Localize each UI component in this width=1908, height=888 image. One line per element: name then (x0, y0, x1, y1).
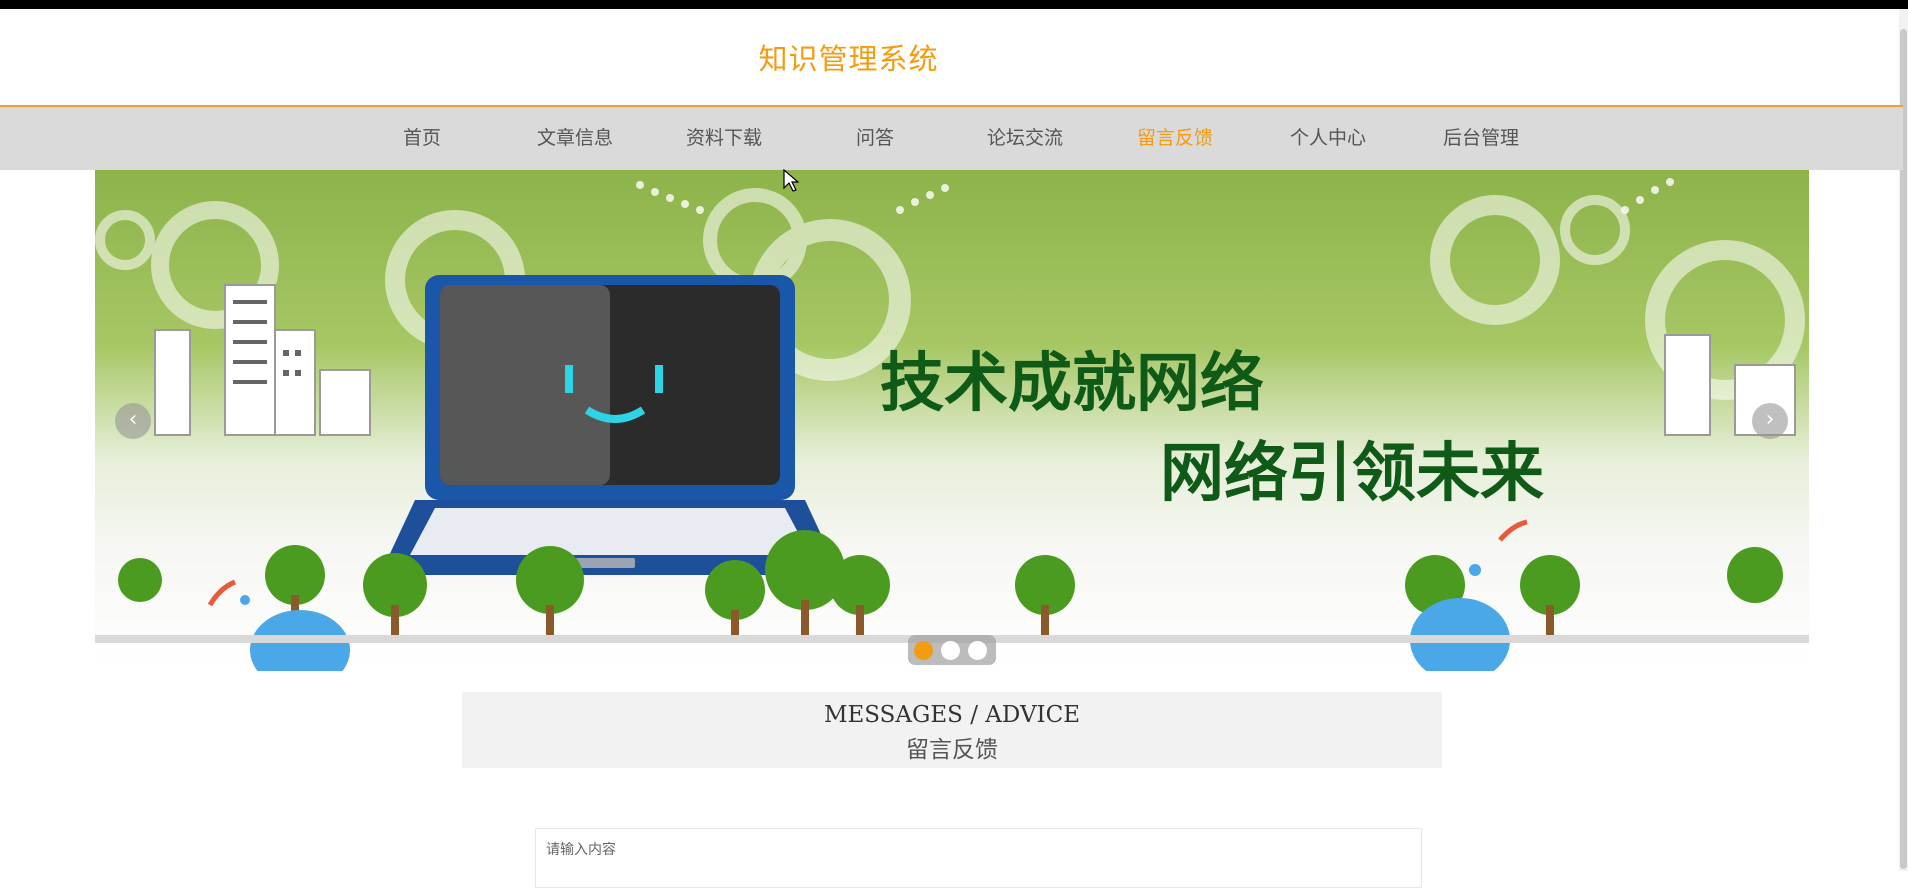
message-input[interactable] (535, 828, 1422, 888)
carousel-dot-1[interactable] (914, 641, 933, 660)
section-title-en: MESSAGES / ADVICE (823, 702, 1081, 728)
browser-top-bar (0, 0, 1908, 9)
banner-carousel[interactable]: 技术成就网络 网络引领未来 ‹ › (95, 170, 1809, 671)
carousel-dot-3[interactable] (968, 641, 987, 660)
nav-item-articles[interactable]: 文章信息 (525, 107, 625, 170)
section-title-cn: 留言反馈 (906, 737, 998, 763)
nav-item-personal-center[interactable]: 个人中心 (1278, 107, 1378, 170)
chevron-right-icon: › (1765, 407, 1775, 432)
section-header: MESSAGES / ADVICE 留言反馈 (462, 692, 1442, 768)
banner-next-button[interactable]: › (1752, 403, 1788, 439)
nav-item-admin[interactable]: 后台管理 (1431, 107, 1531, 170)
nav-item-qa[interactable]: 问答 (835, 107, 915, 170)
nav-item-forum[interactable]: 论坛交流 (975, 107, 1075, 170)
banner-line-1: 技术成就网络 (880, 347, 1264, 421)
nav-item-feedback[interactable]: 留言反馈 (1125, 107, 1225, 170)
chevron-left-icon: ‹ (128, 407, 138, 432)
main-nav: 首页 文章信息 资料下载 问答 论坛交流 留言反馈 个人中心 后台管理 (0, 107, 1903, 170)
mouse-cursor-icon (783, 169, 799, 192)
banner-illustration: 技术成就网络 网络引领未来 (95, 178, 1809, 671)
nav-item-downloads[interactable]: 资料下载 (674, 107, 774, 170)
site-title: 知识管理系统 (758, 42, 939, 76)
carousel-indicators (908, 635, 996, 665)
banner-line-2: 网络引领未来 (1160, 437, 1544, 511)
carousel-dot-2[interactable] (941, 641, 960, 660)
banner-prev-button[interactable]: ‹ (115, 403, 151, 439)
nav-item-home[interactable]: 首页 (382, 107, 462, 170)
